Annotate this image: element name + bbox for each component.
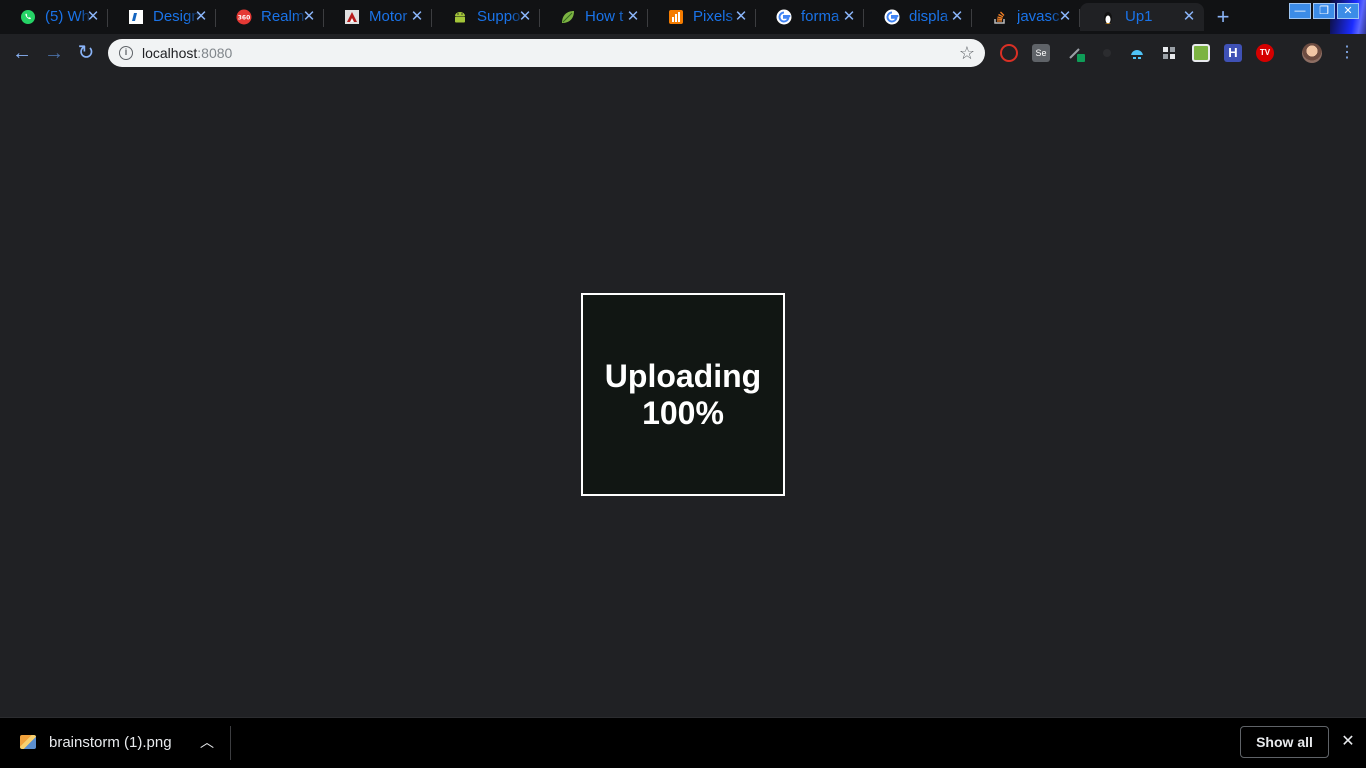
extension-tv-icon[interactable]: TV (1256, 44, 1274, 62)
download-item[interactable]: brainstorm (1).png ︿ (0, 718, 231, 768)
browser-toolbar: ← → ↻ i localhost:8080 ☆ Se H TV ⋮ (0, 34, 1366, 72)
tab-close-icon[interactable]: ✕ (410, 9, 424, 25)
whatsapp-icon (20, 9, 36, 25)
tab-close-icon[interactable]: ✕ (194, 9, 208, 25)
tab-whatsapp[interactable]: (5) Wh ✕ (0, 3, 108, 31)
tab-close-icon[interactable]: ✕ (626, 9, 640, 25)
tab-javascript[interactable]: javasc ✕ (972, 3, 1080, 31)
extension-grid-icon[interactable] (1160, 44, 1178, 62)
tab-close-icon[interactable]: ✕ (950, 9, 964, 25)
pixels-icon (668, 9, 684, 25)
site-info-icon[interactable]: i (119, 46, 133, 60)
tab-close-icon[interactable]: ✕ (518, 9, 532, 25)
tab-display[interactable]: displa ✕ (864, 3, 972, 31)
tab-title: Up1 (1125, 8, 1153, 25)
tab-close-icon[interactable]: ✕ (1182, 9, 1196, 25)
upload-label: Uploading (604, 357, 762, 394)
extension-evernote-icon[interactable] (1192, 44, 1210, 62)
svg-text:360: 360 (238, 15, 251, 22)
google-icon (884, 9, 900, 25)
profile-avatar[interactable] (1302, 43, 1322, 63)
upload-status-text: Uploading 100% (605, 358, 761, 432)
restore-button[interactable]: ❐ (1313, 3, 1335, 19)
tab-how-to[interactable]: How t ✕ (540, 3, 648, 31)
page-content: Uploading 100% (0, 72, 1366, 717)
browser-menu-icon[interactable]: ⋮ (1336, 42, 1358, 64)
address-url[interactable]: localhost:8080 (142, 39, 232, 67)
url-port: :8080 (197, 45, 233, 61)
tab-close-icon[interactable]: ✕ (734, 9, 748, 25)
tab-strip: (5) Wh ✕ Design ✕ 360 Realm ✕ Motor ✕ Su… (0, 0, 1366, 72)
image-file-icon (20, 735, 36, 749)
download-filename: brainstorm (1).png (49, 734, 172, 751)
leaf-icon (560, 9, 576, 25)
upload-percent: 100% (642, 394, 724, 431)
tab-design[interactable]: Design ✕ (108, 3, 216, 31)
360-icon: 360 (236, 9, 252, 25)
upload-status-box: Uploading 100% (581, 293, 785, 496)
download-bar: brainstorm (1).png ︿ Show all ✕ (0, 717, 1366, 768)
tab-up1[interactable]: Up1 ✕ (1080, 3, 1204, 31)
tab-motor[interactable]: Motor ✕ (324, 3, 432, 31)
forward-button[interactable]: → (43, 42, 65, 64)
design-icon (128, 9, 144, 25)
address-bar[interactable]: i localhost:8080 ☆ (108, 39, 985, 67)
tab-close-icon[interactable]: ✕ (842, 9, 856, 25)
tab-pixels[interactable]: Pixels ✕ (648, 3, 756, 31)
extension-h-icon[interactable]: H (1224, 44, 1242, 62)
extension-cloud-icon[interactable] (1128, 44, 1146, 62)
android-icon (452, 9, 468, 25)
tab-support[interactable]: Suppo ✕ (432, 3, 540, 31)
minimize-button[interactable]: — (1289, 3, 1311, 19)
close-window-button[interactable]: ✕ (1337, 3, 1359, 19)
tab-format[interactable]: forma ✕ (756, 3, 864, 31)
tab-realm[interactable]: 360 Realm ✕ (216, 3, 324, 31)
extension-selenium-icon[interactable]: Se (1032, 44, 1050, 62)
chevron-up-icon[interactable]: ︿ (198, 733, 216, 751)
tab-close-icon[interactable]: ✕ (1058, 9, 1072, 25)
download-separator (230, 726, 231, 760)
reload-button[interactable]: ↻ (75, 42, 97, 64)
google-icon (776, 9, 792, 25)
motor-icon (344, 9, 360, 25)
extension-dark-icon[interactable] (1098, 44, 1116, 62)
bookmark-star-icon[interactable]: ☆ (959, 42, 975, 64)
url-host: localhost (142, 45, 198, 61)
linux-icon (1100, 9, 1116, 25)
new-tab-button[interactable]: + (1213, 6, 1233, 28)
back-button[interactable]: ← (11, 42, 33, 64)
close-icon[interactable]: ✕ (1339, 733, 1357, 751)
tab-close-icon[interactable]: ✕ (302, 9, 316, 25)
extension-picker-icon[interactable] (1068, 44, 1086, 62)
tab-close-icon[interactable]: ✕ (86, 9, 100, 25)
show-all-button[interactable]: Show all (1240, 726, 1329, 758)
stackoverflow-icon (992, 9, 1008, 25)
extension-blocker-icon[interactable] (1000, 44, 1018, 62)
